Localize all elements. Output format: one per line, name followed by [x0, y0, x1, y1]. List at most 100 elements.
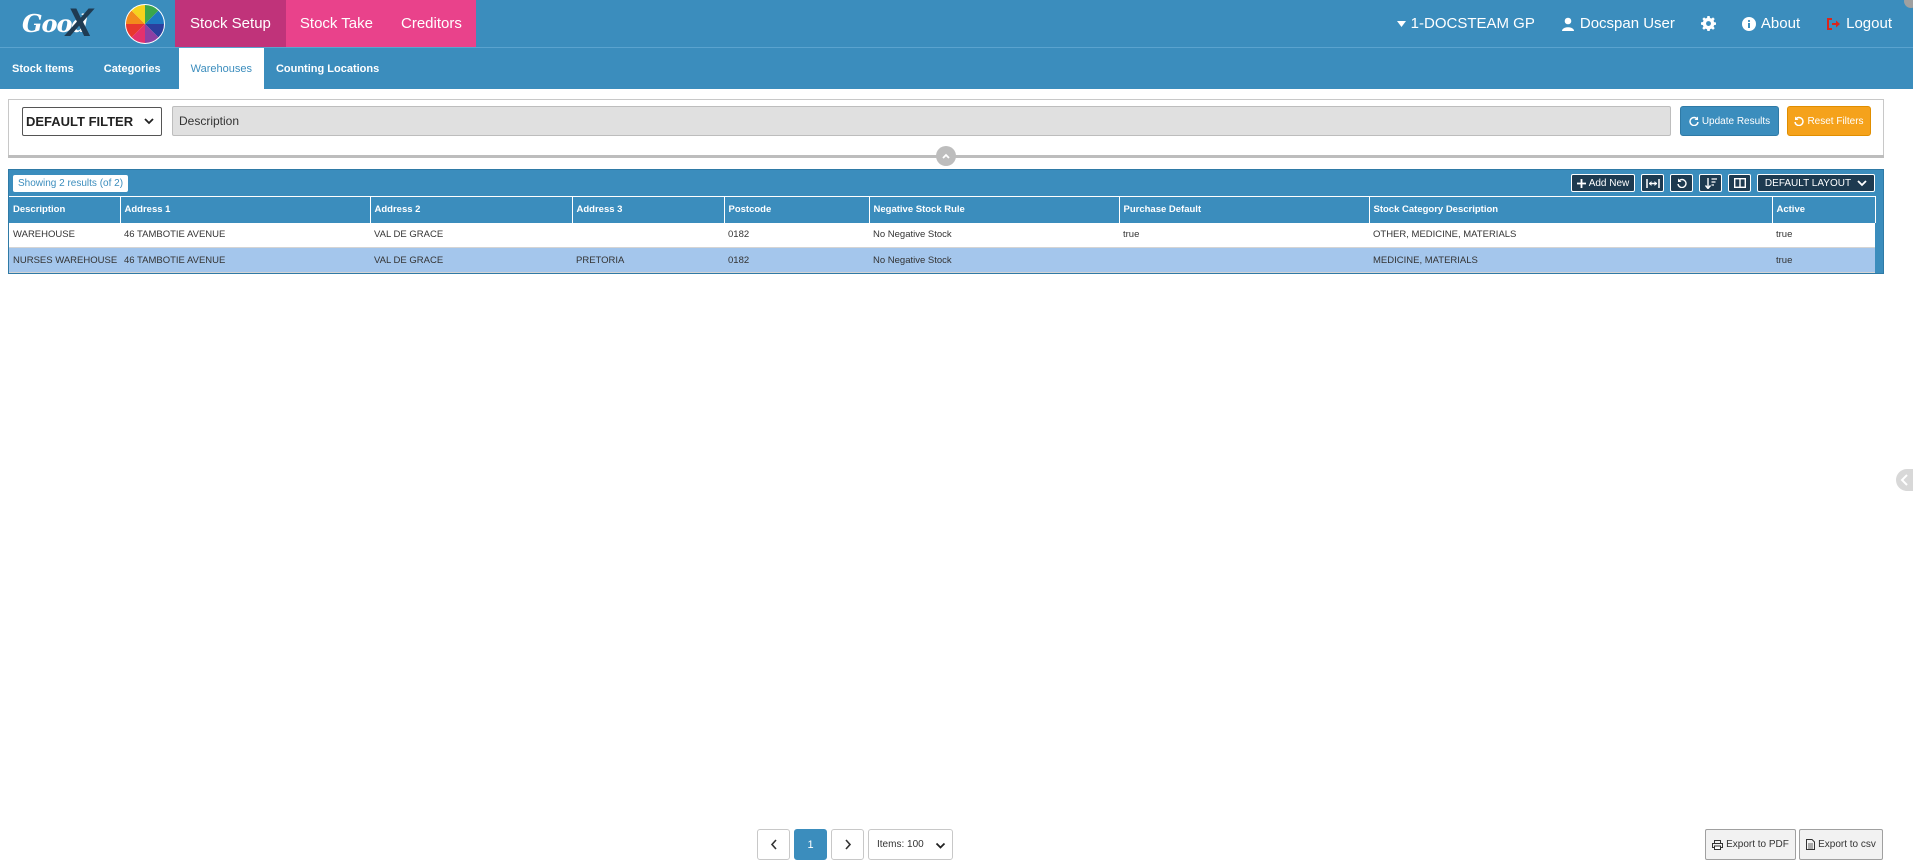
column-header-stock-category-description[interactable]: Stock Category Description	[1369, 196, 1773, 223]
refresh-icon	[1689, 116, 1699, 126]
filter-panel: DEFAULT FILTER Description Update Result…	[8, 99, 1884, 144]
subtab-warehouses[interactable]: Warehouses	[178, 48, 264, 89]
cell-address-3: PRETORIA	[572, 247, 724, 273]
sub-nav: Stock Items Categories Warehouses Counti…	[0, 47, 1913, 89]
pagination: 1 Items: 100	[757, 829, 953, 860]
warehouses-table: Description Address 1 Address 2 Address …	[9, 196, 1876, 273]
undo-icon	[1676, 178, 1687, 188]
export-csv-button[interactable]: Export to csv	[1799, 829, 1883, 860]
practice-selector[interactable]: 1-DOCSTEAM GP	[1384, 15, 1548, 32]
about-label: About	[1760, 15, 1801, 32]
cell-address-1: 46 TAMBOTIE AVENUE	[120, 247, 370, 273]
plus-icon	[1576, 178, 1586, 188]
subtab-counting-locations[interactable]: Counting Locations	[264, 48, 391, 89]
subtab-categories[interactable]: Categories	[86, 48, 179, 89]
chevron-right-icon	[844, 839, 851, 850]
export-pdf-button[interactable]: Export to PDF	[1705, 829, 1796, 860]
cell-purchase-default: true	[1119, 222, 1369, 248]
column-header-postcode[interactable]: Postcode	[724, 196, 870, 223]
filter-select[interactable]: DEFAULT FILTER	[22, 107, 162, 136]
goodx-logo[interactable]: Good X	[0, 0, 115, 47]
cell-negative-stock-rule: No Negative Stock	[869, 247, 1119, 273]
export-pdf-label: Export to PDF	[1726, 839, 1789, 850]
cell-stock-category-description: MEDICINE, MATERIALS	[1369, 247, 1772, 273]
file-icon	[1806, 839, 1816, 850]
items-per-page-value: Items: 100	[877, 839, 924, 850]
logout-link[interactable]: Logout	[1813, 15, 1905, 32]
practice-name: 1-DOCSTEAM GP	[1410, 15, 1535, 32]
prev-page-button[interactable]	[757, 829, 790, 860]
user-name: Docspan User	[1579, 15, 1675, 32]
cell-postcode: 0182	[724, 247, 869, 273]
caret-down-icon	[1396, 20, 1406, 27]
layout-select[interactable]: DEFAULT LAYOUT	[1757, 174, 1875, 192]
subtab-stock-items[interactable]: Stock Items	[0, 48, 86, 89]
cell-negative-stock-rule: No Negative Stock	[869, 222, 1119, 248]
chevron-down-icon	[1857, 180, 1867, 187]
column-header-negative-stock-rule[interactable]: Negative Stock Rule	[869, 196, 1120, 223]
items-per-page-select[interactable]: Items: 100	[868, 829, 953, 860]
undo-icon	[1794, 116, 1805, 126]
about-link[interactable]: About	[1729, 15, 1813, 32]
tab-stock-setup[interactable]: Stock Setup	[175, 0, 286, 47]
cell-address-2: VAL DE GRACE	[370, 222, 572, 248]
arrows-horizontal-icon	[1645, 178, 1660, 188]
user-menu[interactable]: Docspan User	[1548, 15, 1688, 32]
color-wheel-icon[interactable]	[115, 0, 175, 47]
sign-out-icon	[1827, 17, 1841, 30]
results-count: Showing 2 results (of 2)	[13, 175, 129, 192]
chevron-left-icon	[1900, 474, 1908, 486]
export-csv-label: Export to csv	[1818, 839, 1876, 850]
cell-description: NURSES WAREHOUSE	[9, 247, 120, 273]
gear-icon	[1700, 16, 1716, 31]
reset-layout-button[interactable]	[1670, 174, 1693, 192]
column-header-purchase-default[interactable]: Purchase Default	[1119, 196, 1370, 223]
user-icon	[1561, 17, 1574, 31]
column-header-address-3[interactable]: Address 3	[572, 196, 725, 223]
tab-stock-take[interactable]: Stock Take	[285, 0, 387, 47]
column-header-address-2[interactable]: Address 2	[370, 196, 573, 223]
next-page-button[interactable]	[831, 829, 864, 860]
chevron-up-icon	[942, 153, 950, 159]
update-results-button[interactable]: Update Results	[1680, 106, 1779, 136]
column-header-active[interactable]: Active	[1772, 196, 1876, 223]
cell-description: WAREHOUSE	[9, 222, 120, 248]
reset-filters-button[interactable]: Reset Filters	[1787, 106, 1871, 136]
description-filter-input[interactable]: Description	[172, 106, 1671, 136]
logo-mark: X	[66, 1, 93, 45]
column-header-description[interactable]: Description	[9, 196, 121, 223]
cell-purchase-default	[1119, 247, 1369, 273]
update-results-label: Update Results	[1701, 115, 1771, 127]
chevron-down-icon	[935, 842, 946, 849]
warehouses-grid: Showing 2 results (of 2) Add New DEFAULT…	[8, 169, 1884, 274]
cell-postcode: 0182	[724, 222, 869, 248]
chevron-down-icon	[144, 118, 154, 125]
info-icon	[1741, 16, 1756, 31]
add-new-label: Add New	[1588, 177, 1630, 189]
filter-selected-value: DEFAULT FILTER	[26, 114, 134, 129]
settings-button[interactable]	[1688, 16, 1729, 31]
cell-address-3	[572, 222, 724, 248]
reset-filters-label: Reset Filters	[1807, 115, 1864, 127]
top-bar-actions: 1-DOCSTEAM GP Docspan User About Logout	[1384, 0, 1913, 47]
column-header-address-1[interactable]: Address 1	[120, 196, 371, 223]
cell-active: true	[1772, 247, 1875, 273]
logout-label: Logout	[1846, 15, 1892, 32]
export-actions: Export to PDF Export to csv	[1705, 829, 1883, 860]
table-row[interactable]: WAREHOUSE 46 TAMBOTIE AVENUE VAL DE GRAC…	[9, 222, 1875, 248]
main-nav: Stock Setup Stock Take Creditors	[175, 0, 476, 47]
collapse-filter-button[interactable]	[936, 146, 956, 166]
grid-toolbar: Add New DEFAULT LAYOUT	[1571, 174, 1875, 192]
cell-address-2: VAL DE GRACE	[370, 247, 572, 273]
sort-button[interactable]	[1699, 174, 1722, 192]
page-button-current[interactable]: 1	[794, 829, 827, 860]
side-panel-toggle[interactable]	[1896, 469, 1913, 491]
cell-address-1: 46 TAMBOTIE AVENUE	[120, 222, 370, 248]
add-new-button[interactable]: Add New	[1571, 174, 1635, 192]
fit-columns-button[interactable]	[1641, 174, 1664, 192]
tab-creditors[interactable]: Creditors	[387, 0, 476, 47]
columns-button[interactable]	[1728, 174, 1751, 192]
table-row[interactable]: NURSES WAREHOUSE 46 TAMBOTIE AVENUE VAL …	[9, 247, 1875, 273]
top-bar: Good X Stock Setup Stock Take Creditors …	[0, 0, 1913, 47]
cell-active: true	[1772, 222, 1875, 248]
